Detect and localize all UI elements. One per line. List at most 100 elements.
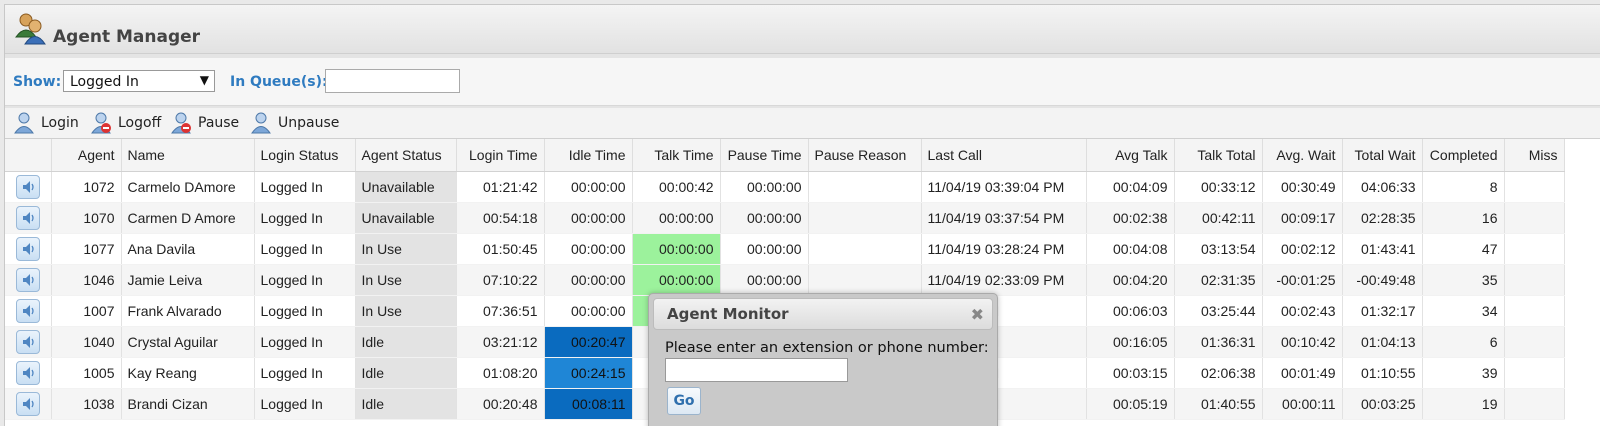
close-icon[interactable]: ✖ [971,305,984,324]
table-cell: 00:00:11 [1262,388,1343,420]
column-header[interactable]: Avg. Wait [1262,139,1343,172]
table-cell: 03:25:44 [1174,295,1263,327]
table-cell [808,264,922,296]
table-cell: Idle [355,326,457,358]
show-select[interactable]: Logged In ▼ [63,70,215,92]
monitor-cell [5,388,52,420]
table-cell: 39 [1422,357,1505,389]
table-cell: 02:31:35 [1174,264,1263,296]
table-row[interactable]: 1072 Carmelo DAmore Logged In Unavailable 01… [5,171,1565,203]
table-cell: 07:10:22 [456,264,545,296]
table-cell: 00:04:20 [1086,264,1175,296]
user-unpause-icon [251,112,271,134]
table-cell: Logged In [254,171,356,203]
column-header[interactable]: Login Status [254,139,356,172]
table-cell: 01:43:41 [1342,233,1423,265]
table-cell: 00:10:42 [1262,326,1343,358]
table-cell [1504,233,1565,265]
extension-input[interactable] [665,358,848,382]
table-cell: 00:33:12 [1174,171,1263,203]
table-cell: Unavailable [355,202,457,234]
column-header[interactable]: Name [121,139,255,172]
table-cell: 11/04/19 03:37:54 PM [921,202,1087,234]
table-cell: 00:42:11 [1174,202,1263,234]
column-header[interactable]: Login Time [456,139,545,172]
column-header[interactable]: Pause Time [720,139,809,172]
monitor-cell [5,295,52,327]
table-cell: 11/04/19 03:28:24 PM [921,233,1087,265]
unpause-button[interactable]: Unpause [250,111,339,135]
speaker-icon[interactable] [15,330,40,354]
column-header[interactable]: Talk Total [1174,139,1263,172]
table-cell: 00:08:11 [544,388,633,420]
pause-button[interactable]: Pause [170,111,239,135]
table-cell [808,171,922,203]
table-cell: Ana Davila [121,233,255,265]
speaker-icon[interactable] [15,206,40,230]
table-cell: -00:01:25 [1262,264,1343,296]
column-header[interactable]: Pause Reason [808,139,922,172]
table-cell: Unavailable [355,171,457,203]
table-cell: In Use [355,295,457,327]
agent-manager-window: Agent Manager Show: Logged In ▼ In Queue… [4,4,1600,426]
dialog-prompt: Please enter an extension or phone numbe… [665,340,989,356]
table-cell: 00:03:25 [1342,388,1423,420]
table-cell: -00:49:48 [1342,264,1423,296]
queue-input[interactable] [325,69,460,93]
column-header[interactable]: Total Wait [1342,139,1423,172]
speaker-icon[interactable] [15,175,40,199]
go-button[interactable]: Go [667,387,701,415]
column-header[interactable]: Miss [1504,139,1565,172]
filter-bar: Show: Logged In ▼ In Queue(s): [5,58,1600,106]
column-header[interactable]: Last Call [921,139,1087,172]
table-cell: 01:36:31 [1174,326,1263,358]
column-header[interactable]: Idle Time [544,139,633,172]
table-cell [1504,202,1565,234]
table-cell: 47 [1422,233,1505,265]
table-cell: 1040 [51,326,122,358]
table-cell: Logged In [254,233,356,265]
table-cell: 00:00:00 [720,264,809,296]
table-cell: 1070 [51,202,122,234]
table-cell [1504,264,1565,296]
pause-label: Pause [198,115,240,131]
speaker-icon[interactable] [15,268,40,292]
column-header[interactable]: Agent Status [355,139,457,172]
speaker-icon[interactable] [15,237,40,261]
column-header[interactable]: Completed [1422,139,1505,172]
dropdown-arrow-icon: ▼ [199,73,209,87]
table-cell: 01:08:20 [456,357,545,389]
table-cell: 03:13:54 [1174,233,1263,265]
table-cell: 00:00:00 [544,264,633,296]
column-header[interactable]: Talk Time [632,139,721,172]
table-cell: Frank Alvarado [121,295,255,327]
speaker-icon[interactable] [15,361,40,385]
table-row[interactable]: 1077 Ana Davila Logged In In Use 01:50:45 00:… [5,233,1565,265]
table-cell: 02:06:38 [1174,357,1263,389]
column-header[interactable] [5,139,52,172]
table-cell: 03:21:12 [456,326,545,358]
page-title: Agent Manager [53,27,201,47]
table-row[interactable]: 1046 Jamie Leiva Logged In In Use 07:10:22 00… [5,264,1565,296]
table-row[interactable]: 1070 Carmen D Amore Logged In Unavailable 00… [5,202,1565,234]
table-cell: 00:00:00 [544,233,633,265]
table-cell: 00:00:00 [544,171,633,203]
column-header[interactable]: Avg Talk [1086,139,1175,172]
table-cell: 1077 [51,233,122,265]
table-cell: 00:30:49 [1262,171,1343,203]
speaker-icon[interactable] [15,299,40,323]
speaker-icon[interactable] [15,392,40,416]
table-cell [1504,326,1565,358]
table-cell: 00:04:08 [1086,233,1175,265]
table-cell: 01:04:13 [1342,326,1423,358]
logoff-label: Logoff [118,115,162,131]
table-cell: 04:06:33 [1342,171,1423,203]
user-login-icon [14,112,34,134]
column-header[interactable]: Agent [51,139,122,172]
table-cell: 1038 [51,388,122,420]
logoff-button[interactable]: Logoff [90,111,161,135]
table-cell: In Use [355,264,457,296]
login-button[interactable]: Login [13,111,79,135]
table-cell: 00:00:00 [632,202,721,234]
table-cell: In Use [355,233,457,265]
